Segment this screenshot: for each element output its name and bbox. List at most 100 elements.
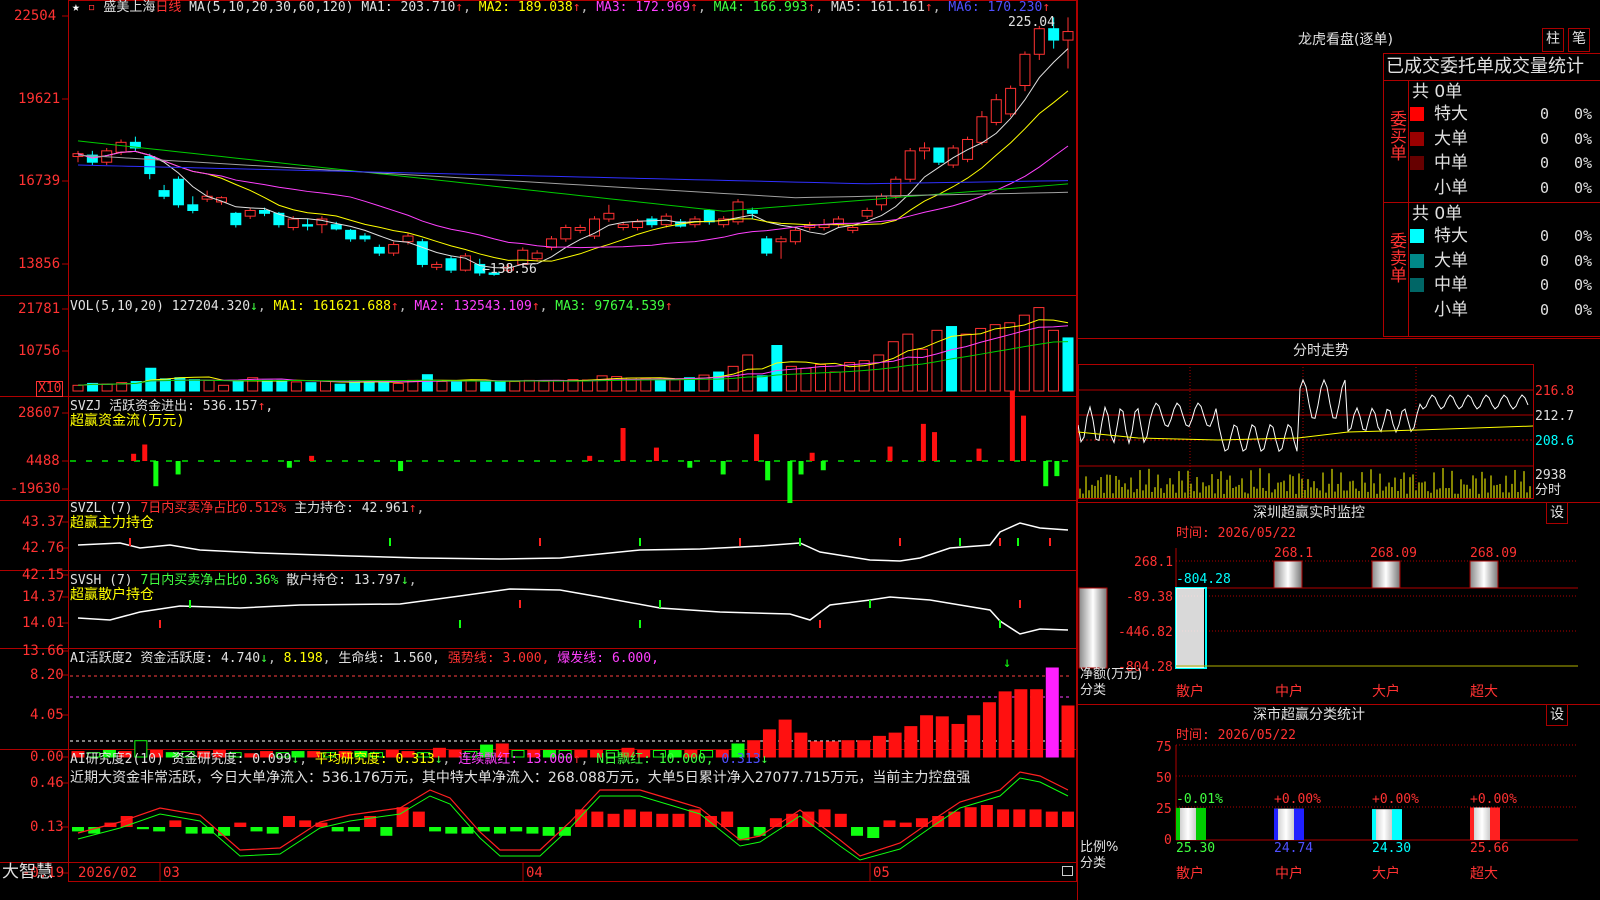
svzj-bar xyxy=(809,452,815,461)
intraday-vol-tick: 2938 xyxy=(1535,468,1567,483)
ai-research-bar xyxy=(964,807,977,827)
dragon-row-name: 大单 xyxy=(1434,250,1468,271)
sz-monitor-settings-button[interactable]: 设 xyxy=(1546,502,1568,524)
svzl-y-tick-0: 43.37 xyxy=(22,514,65,530)
ai-active-header: AI活跃度2 资金活跃度: 4.740↓, 8.198, 生命线: 1.560,… xyxy=(70,651,659,666)
svzj-y-tick-1: 4488 xyxy=(26,453,60,469)
svzj-bar xyxy=(1009,390,1015,461)
sz-classify-value-0: 25.30 xyxy=(1176,841,1216,856)
vol-ma3: MA3: 97674.539 xyxy=(555,299,665,314)
tick-mode-button[interactable]: 笔 xyxy=(1568,28,1590,52)
volume-bar xyxy=(873,354,885,392)
volume-bar xyxy=(960,333,972,392)
volume-bar xyxy=(494,380,506,392)
ai-research-bar xyxy=(591,811,604,827)
ai-active-layer: ↓ xyxy=(70,655,1075,758)
volume-bar xyxy=(640,378,652,392)
ai-research-bar xyxy=(493,827,506,834)
ai-active-v1: 资金活跃度: 4.740 xyxy=(140,651,261,666)
volume-bar xyxy=(887,341,899,392)
intraday-chart[interactable] xyxy=(1078,360,1600,502)
ai-research-bar xyxy=(851,827,864,836)
intraday-avg-line xyxy=(1078,425,1534,441)
candle-body xyxy=(1062,31,1074,41)
svsh-value: 散户持仓: 13.797 xyxy=(286,573,401,588)
volume-bar xyxy=(320,380,331,392)
volume-bar xyxy=(101,383,113,392)
ai-active-bar xyxy=(1014,689,1028,758)
star-icon[interactable]: ★ xyxy=(72,0,80,15)
ai-active-bar xyxy=(1045,667,1059,758)
dragon-row: 特大 0 0% xyxy=(1410,225,1600,247)
ai-research-bar xyxy=(266,827,279,834)
reverse-icon[interactable]: ▫ xyxy=(88,0,96,15)
ai-active-bar xyxy=(935,716,949,758)
volume-bar xyxy=(174,377,186,392)
dragon-row-pct: 0% xyxy=(1574,276,1593,294)
sz-bar-label-0: -804.28 xyxy=(1176,572,1231,587)
candle-body xyxy=(919,147,931,152)
svzl-value: 主力持仓: 42.961 xyxy=(294,501,409,516)
color-swatch xyxy=(1410,278,1424,292)
ai-research-v3: 连续飘红: 13.000 xyxy=(458,752,573,767)
sz-monitor-y-tick-2: -446.82 xyxy=(1118,625,1173,640)
ai-active-y-tick-0: 8.20 xyxy=(30,667,64,683)
svsh-subtitle: 超赢散户持仓 xyxy=(70,587,154,603)
vol-header: VOL(5,10,20) 127204.320↓, MA1: 161621.68… xyxy=(70,299,673,314)
ai-research-bar xyxy=(883,820,896,827)
dragon-table: 已成交委托单成交量统计 委买单 委卖单 共 0单 共 0单 特大 0 0% 大单 0 0%… xyxy=(1383,53,1600,337)
candle-body xyxy=(1005,87,1017,115)
period-label[interactable]: 日线 xyxy=(155,0,181,15)
ai-research-bar xyxy=(380,827,393,836)
intraday-title: 分时走势 xyxy=(1293,343,1349,359)
sz-bar-label-3: 268.09 xyxy=(1470,546,1517,561)
sz-classify-title: 深市超赢分类统计 xyxy=(1253,707,1365,723)
candle-body xyxy=(847,227,859,231)
stock-name[interactable]: 盛美上海 xyxy=(103,0,155,15)
dragon-header: 已成交委托单成交量统计 xyxy=(1386,56,1584,77)
classify-bar xyxy=(1372,809,1402,840)
ai-active-y-tick-2: 0.00 xyxy=(30,749,64,765)
ai-research-bar xyxy=(656,813,669,827)
sz-classify-chart[interactable] xyxy=(1078,740,1600,900)
svzj-bar xyxy=(754,434,760,461)
svzj-y-tick-0: 28607 xyxy=(18,405,61,421)
volume-bar xyxy=(1062,337,1074,392)
classify-bar xyxy=(1274,808,1304,840)
candle-body xyxy=(761,238,773,254)
retail-bar xyxy=(1176,588,1204,668)
ai-active-bar xyxy=(810,741,824,758)
candle-body xyxy=(574,227,586,231)
sz-classify-axis-label-2: 分类 xyxy=(1080,856,1107,871)
sz-classify-settings-button[interactable]: 设 xyxy=(1546,704,1568,726)
volume-bar xyxy=(538,380,550,392)
volume-bar xyxy=(582,379,594,392)
volume-bar xyxy=(363,381,375,392)
volume-bar xyxy=(771,345,783,392)
ai-research-header: AI研究度2(10) 资金研究度: 0.099↓, 平均研究度: 0.313↓,… xyxy=(70,752,769,767)
vol-ma2: MA2: 132543.109 xyxy=(414,299,532,314)
ma1-value: MA1: 203.710 xyxy=(361,0,456,15)
down-arrow-icon: ↓ xyxy=(1003,655,1011,671)
ai-research-bar xyxy=(721,811,734,827)
dragon-row-name: 特大 xyxy=(1434,226,1468,246)
ai-research-bar xyxy=(753,827,766,836)
volume-bar xyxy=(465,379,477,392)
bar-mode-button[interactable]: 柱 xyxy=(1542,28,1564,52)
svzj-bar xyxy=(398,461,404,472)
candle-body xyxy=(1033,28,1045,55)
lock-icon[interactable] xyxy=(1062,866,1073,876)
chart-area[interactable]: ↓ 22504 19621 16739 13856 21781 10756 X1… xyxy=(0,0,1077,900)
color-swatch xyxy=(1410,156,1424,170)
ai-research-bar xyxy=(915,818,928,827)
color-swatch xyxy=(1410,253,1424,268)
volume-bar xyxy=(669,379,681,392)
ai-research-bar xyxy=(445,827,458,834)
brand-logo: 大智慧 xyxy=(2,862,53,882)
ai-active-bar xyxy=(857,740,871,758)
ai-research-bar xyxy=(169,820,182,827)
time-label-1: 03 xyxy=(163,865,180,881)
dragon-row: 特大 0 0% xyxy=(1410,103,1600,125)
candle-body xyxy=(230,212,242,226)
color-swatch xyxy=(1410,131,1424,146)
